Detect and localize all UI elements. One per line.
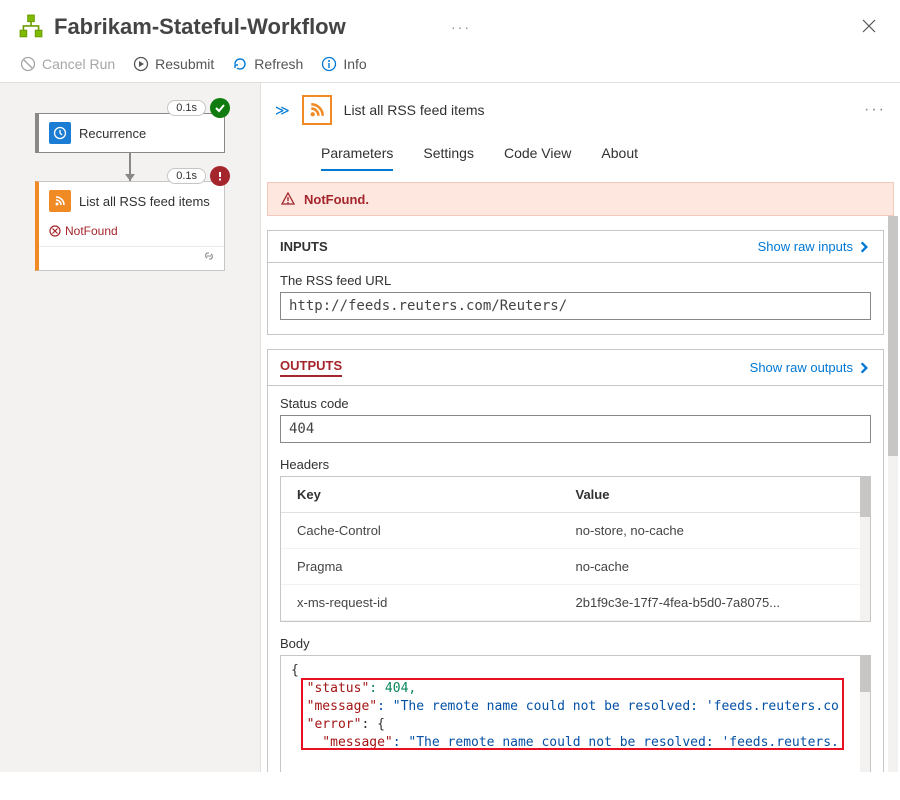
panel-scrollbar[interactable] (888, 216, 898, 772)
headers-label: Headers (280, 457, 871, 472)
status-code-field[interactable] (280, 415, 871, 443)
table-row: Cache-Control no-store, no-cache (281, 513, 870, 549)
cancel-run-label: Cancel Run (42, 56, 115, 72)
details-more-button[interactable]: ··· (864, 101, 886, 119)
page-title: Fabrikam-Stateful-Workflow (54, 14, 445, 40)
link-icon[interactable] (202, 249, 216, 268)
tab-parameters[interactable]: Parameters (321, 137, 393, 171)
details-panel: ≫ List all RSS feed items ··· Parameters… (260, 83, 900, 772)
connector-line (129, 153, 131, 181)
info-button[interactable]: Info (321, 56, 366, 72)
body-scrollbar[interactable] (860, 656, 870, 772)
headers-col-key: Key (297, 487, 576, 502)
toolbar: Cancel Run Resubmit Refresh Info (0, 50, 900, 82)
tab-about[interactable]: About (601, 137, 638, 171)
show-raw-outputs-link[interactable]: Show raw outputs (750, 360, 871, 375)
feed-url-input[interactable] (280, 292, 871, 320)
body-json-box[interactable]: { "status": 404, "message": "The remote … (280, 655, 871, 772)
recurrence-label: Recurrence (79, 126, 146, 141)
headers-col-value: Value (576, 487, 855, 502)
resubmit-label: Resubmit (155, 56, 214, 72)
rss-node[interactable]: 0.1s List all RSS feed items NotFound (35, 181, 225, 271)
details-title: List all RSS feed items (344, 102, 852, 118)
show-raw-inputs-link[interactable]: Show raw inputs (758, 239, 871, 254)
rss-icon (49, 190, 71, 212)
headers-scrollbar[interactable] (860, 477, 870, 621)
error-alert: NotFound. (267, 182, 894, 216)
outputs-title: OUTPUTS (280, 358, 342, 377)
cancel-run-button: Cancel Run (20, 56, 115, 72)
chevron-right-icon (857, 240, 871, 254)
error-icon (49, 225, 61, 237)
alert-message: NotFound. (304, 192, 369, 207)
resubmit-button[interactable]: Resubmit (133, 56, 214, 72)
table-row: x-ms-request-id 2b1f9c3e-17f7-4fea-b5d0-… (281, 585, 870, 621)
rss-node-label: List all RSS feed items (79, 194, 210, 209)
chevron-right-icon (857, 361, 871, 375)
refresh-button[interactable]: Refresh (232, 56, 303, 72)
feed-url-label: The RSS feed URL (280, 273, 871, 288)
tab-code-view[interactable]: Code View (504, 137, 571, 171)
close-icon[interactable] (862, 17, 876, 38)
recurrence-node[interactable]: 0.1s Recurrence (35, 113, 225, 153)
warning-icon (280, 191, 296, 207)
rss-time-badge: 0.1s (167, 168, 206, 184)
error-status-icon (210, 166, 230, 186)
collapse-panel-button[interactable]: ≫ (275, 102, 290, 119)
details-tabs: Parameters Settings Code View About (261, 137, 900, 172)
inputs-title: INPUTS (280, 239, 758, 254)
refresh-label: Refresh (254, 56, 303, 72)
recurrence-time-badge: 0.1s (167, 100, 206, 116)
clock-icon (49, 122, 71, 144)
outputs-section: OUTPUTS Show raw outputs Status code Hea… (267, 349, 884, 772)
tab-settings[interactable]: Settings (423, 137, 474, 171)
title-more-button[interactable]: ··· (451, 19, 471, 35)
inputs-section: INPUTS Show raw inputs The RSS feed URL (267, 230, 884, 335)
headers-table: Key Value Cache-Control no-store, no-cac… (280, 476, 871, 622)
body-label: Body (280, 636, 871, 651)
designer-canvas: 0.1s Recurrence 0.1s (0, 83, 260, 772)
info-label: Info (343, 56, 366, 72)
success-status-icon (210, 98, 230, 118)
status-code-label: Status code (280, 396, 871, 411)
window-header: Fabrikam-Stateful-Workflow ··· (0, 0, 900, 50)
rss-error-text: NotFound (65, 224, 118, 238)
rss-detail-icon (302, 95, 332, 125)
workflow-logo-icon (18, 14, 44, 40)
table-row: Pragma no-cache (281, 549, 870, 585)
